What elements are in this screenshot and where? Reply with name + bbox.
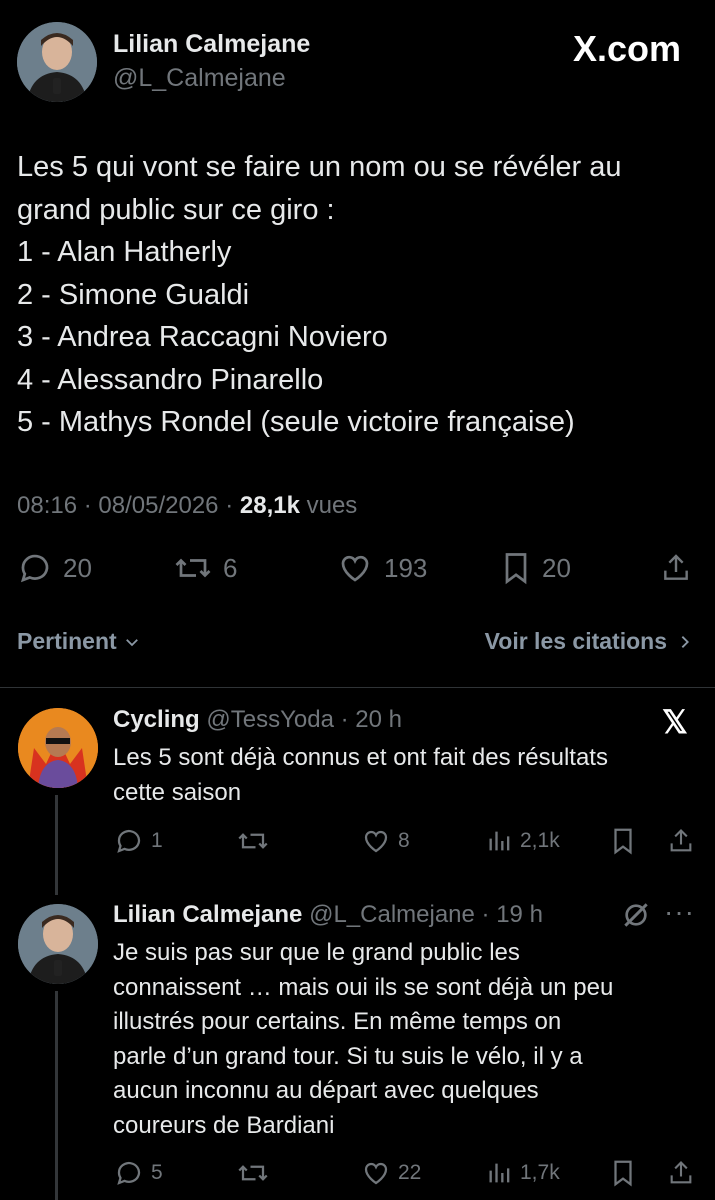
reply-1-reply-button[interactable]: 1	[113, 826, 163, 856]
heart-icon	[341, 555, 369, 582]
tweet-line: 4 - Alessandro Pinarello	[17, 363, 324, 396]
reply-2-retweet-button[interactable]	[236, 1158, 270, 1188]
reply-1-thread-line	[55, 795, 58, 895]
bookmark-icon	[614, 828, 632, 855]
retweet-icon	[238, 833, 268, 849]
reply-1-reply-count: 1	[151, 829, 163, 852]
view-quotes-link[interactable]: Voir les citations	[485, 628, 693, 655]
reply-2-view-count: 1,7k	[520, 1161, 560, 1184]
reply-1-handle[interactable]: @TessYoda	[206, 706, 334, 733]
share-button[interactable]	[660, 550, 692, 586]
reply-1-bookmark-button[interactable]	[610, 826, 636, 856]
analytics-icon	[489, 831, 510, 851]
reply-2-time[interactable]: · 19 h	[482, 901, 543, 928]
reply-2-like-count: 22	[398, 1161, 422, 1184]
retweet-button[interactable]: 6	[173, 550, 237, 586]
retweet-icon	[238, 1165, 268, 1181]
more-options-icon[interactable]: ···	[664, 896, 695, 928]
reply-1-time[interactable]: · 20 h	[341, 706, 402, 733]
heart-icon	[364, 830, 388, 853]
retweet-icon	[175, 558, 211, 578]
grok-icon[interactable]	[620, 899, 652, 936]
tweet-meta: 08:16 · 08/05/2026 · 28,1k vues	[17, 492, 358, 519]
reply-count: 20	[63, 552, 92, 583]
comment-icon	[117, 1161, 141, 1185]
retweet-count: 6	[223, 552, 238, 583]
chevron-right-icon	[681, 635, 689, 648]
tweet-line: 5 - Mathys Rondel (seule victoire frança…	[17, 406, 575, 438]
brand-logo: X.com	[572, 28, 681, 69]
like-count: 193	[384, 552, 428, 583]
reply-2-name[interactable]: Lilian Calmejane	[113, 901, 302, 928]
tweet-time[interactable]: 08:16	[17, 492, 77, 519]
tweet-date[interactable]: 08/05/2026	[98, 492, 218, 519]
tweet-line: 3 - Andrea Raccagni Noviero	[17, 321, 388, 353]
sort-dropdown[interactable]: Pertinent	[17, 628, 141, 655]
reply-avatar[interactable]	[18, 708, 98, 788]
reply-2-avatar[interactable]	[18, 904, 98, 984]
reply-1-header: Cycling @TessYoda · 20 h	[113, 706, 402, 734]
person-avatar-icon	[18, 904, 98, 984]
reply-2-bookmark-button[interactable]	[610, 1158, 636, 1188]
tweet-line: 1 - Alan Hatherly	[17, 236, 232, 268]
comment-icon	[117, 829, 141, 853]
tweet-line: grand public sur ce giro :	[17, 193, 335, 226]
reply-2-views-button[interactable]: 1,7k	[486, 1158, 560, 1188]
tweet-line: 2 - Simone Gualdi	[17, 278, 250, 311]
reply-2-reply-button[interactable]: 5	[113, 1158, 163, 1188]
view-label: vues	[306, 492, 358, 519]
reply-2-thread-line	[55, 991, 58, 1200]
reply-2-like-button[interactable]: 22	[360, 1158, 421, 1188]
reply-1-name[interactable]: Cycling	[113, 706, 200, 733]
reply-line: illustrés pour certains. En même temps o…	[113, 1008, 562, 1035]
comment-icon	[20, 554, 49, 583]
divider	[0, 687, 715, 688]
reply-line: cette saison	[113, 778, 242, 806]
person-avatar-icon	[17, 22, 97, 102]
heart-icon	[364, 1162, 388, 1185]
bookmark-button[interactable]: 20	[500, 550, 571, 586]
x-logo-icon: 𝕏	[662, 704, 688, 740]
reply-1-retweet-button[interactable]	[236, 826, 270, 856]
reply-1-view-count: 2,1k	[520, 829, 560, 852]
sort-label: Pertinent	[17, 628, 117, 654]
reply-2-text: Je suis pas sur que le grand public les …	[113, 936, 613, 1143]
bookmark-icon	[614, 1160, 632, 1187]
bookmark-icon	[505, 553, 527, 585]
reply-line: coureurs de Bardiani	[113, 1111, 335, 1139]
analytics-icon	[489, 1163, 510, 1183]
reply-1-text: Les 5 sont déjà connus et ont fait des r…	[113, 741, 608, 810]
reply-button[interactable]: 20	[17, 550, 92, 586]
reply-1-share-button[interactable]	[667, 826, 695, 856]
cartoon-avatar-icon	[18, 708, 98, 788]
view-quotes-label: Voir les citations	[484, 628, 667, 654]
author-name[interactable]: Lilian Calmejane	[113, 30, 310, 59]
reply-2-reply-count: 5	[151, 1161, 163, 1184]
reply-line: parle d’un grand tour. Si tu suis le vél…	[113, 1042, 583, 1070]
reply-line: Je suis pas sur que le grand public les	[113, 939, 520, 966]
author-handle[interactable]: @L_Calmejane	[113, 64, 286, 93]
view-count: 28,1k	[239, 492, 300, 519]
share-icon	[670, 829, 692, 852]
reply-line: Les 5 sont déjà connus et ont fait des r…	[113, 744, 608, 771]
like-button[interactable]: 193	[336, 550, 427, 586]
share-icon	[664, 554, 688, 580]
reply-line: connaissent … mais oui ils se sont déjà …	[113, 973, 614, 1001]
author-avatar[interactable]	[17, 22, 97, 102]
reply-2-handle[interactable]: @L_Calmejane	[309, 901, 475, 928]
reply-2-share-button[interactable]	[667, 1158, 695, 1188]
share-icon	[670, 1161, 692, 1184]
reply-1-views-button[interactable]: 2,1k	[486, 826, 560, 856]
tweet-line: Les 5 qui vont se faire un nom ou se rév…	[17, 151, 622, 183]
reply-1-like-count: 8	[398, 829, 410, 852]
chevron-down-icon	[125, 638, 138, 646]
reply-1-like-button[interactable]: 8	[360, 826, 410, 856]
reply-line: aucun inconnu au départ avec quelques	[113, 1077, 539, 1104]
tweet-text: Les 5 qui vont se faire un nom ou se rév…	[17, 146, 622, 444]
reply-2-header: Lilian Calmejane @L_Calmejane · 19 h	[113, 901, 543, 929]
bookmark-count: 20	[542, 552, 571, 583]
